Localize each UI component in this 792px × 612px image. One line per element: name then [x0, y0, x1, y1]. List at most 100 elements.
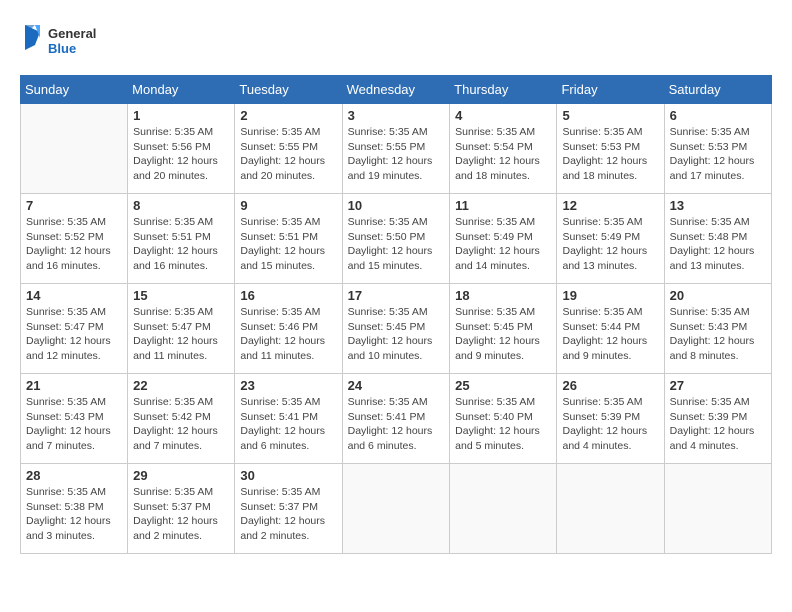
day-number: 5	[562, 108, 658, 123]
day-number: 25	[455, 378, 551, 393]
day-info: Sunrise: 5:35 AM Sunset: 5:46 PM Dayligh…	[240, 305, 336, 364]
day-number: 16	[240, 288, 336, 303]
day-info: Sunrise: 5:35 AM Sunset: 5:37 PM Dayligh…	[133, 485, 229, 544]
day-info: Sunrise: 5:35 AM Sunset: 5:54 PM Dayligh…	[455, 125, 551, 184]
calendar-cell	[664, 464, 771, 554]
calendar-cell	[21, 104, 128, 194]
day-info: Sunrise: 5:35 AM Sunset: 5:38 PM Dayligh…	[26, 485, 122, 544]
day-info: Sunrise: 5:35 AM Sunset: 5:41 PM Dayligh…	[240, 395, 336, 454]
day-number: 21	[26, 378, 122, 393]
day-number: 28	[26, 468, 122, 483]
calendar-cell: 29 Sunrise: 5:35 AM Sunset: 5:37 PM Dayli…	[128, 464, 235, 554]
day-number: 10	[348, 198, 445, 213]
calendar-cell	[342, 464, 450, 554]
day-info: Sunrise: 5:35 AM Sunset: 5:53 PM Dayligh…	[562, 125, 658, 184]
day-info: Sunrise: 5:35 AM Sunset: 5:40 PM Dayligh…	[455, 395, 551, 454]
calendar-cell: 20 Sunrise: 5:35 AM Sunset: 5:43 PM Dayli…	[664, 284, 771, 374]
calendar-cell: 3Sunrise: 5:35 AM Sunset: 5:55 PM Daylig…	[342, 104, 450, 194]
day-number: 7	[26, 198, 122, 213]
day-info: Sunrise: 5:35 AM Sunset: 5:50 PM Dayligh…	[348, 215, 445, 274]
calendar-cell: 6 Sunrise: 5:35 AM Sunset: 5:53 PM Daylig…	[664, 104, 771, 194]
calendar-cell: 24 Sunrise: 5:35 AM Sunset: 5:41 PM Dayli…	[342, 374, 450, 464]
column-header-tuesday: Tuesday	[235, 76, 342, 104]
day-info: Sunrise: 5:35 AM Sunset: 5:55 PM Dayligh…	[240, 125, 336, 184]
day-info: Sunrise: 5:35 AM Sunset: 5:43 PM Dayligh…	[670, 305, 766, 364]
calendar-cell: 4 Sunrise: 5:35 AM Sunset: 5:54 PM Daylig…	[450, 104, 557, 194]
calendar-cell: 19Sunrise: 5:35 AM Sunset: 5:44 PM Dayli…	[557, 284, 664, 374]
day-number: 30	[240, 468, 336, 483]
calendar-header-row: SundayMondayTuesdayWednesdayThursdayFrid…	[21, 76, 772, 104]
day-info: Sunrise: 5:35 AM Sunset: 5:39 PM Dayligh…	[562, 395, 658, 454]
calendar-cell: 30 Sunrise: 5:35 AM Sunset: 5:37 PM Dayli…	[235, 464, 342, 554]
calendar-cell: 7 Sunrise: 5:35 AM Sunset: 5:52 PM Daylig…	[21, 194, 128, 284]
calendar-week-3: 14Sunrise: 5:35 AM Sunset: 5:47 PM Dayli…	[21, 284, 772, 374]
day-number: 1	[133, 108, 229, 123]
calendar-cell: 9 Sunrise: 5:35 AM Sunset: 5:51 PM Daylig…	[235, 194, 342, 284]
calendar-cell: 8 Sunrise: 5:35 AM Sunset: 5:51 PM Daylig…	[128, 194, 235, 284]
day-info: Sunrise: 5:35 AM Sunset: 5:49 PM Dayligh…	[562, 215, 658, 274]
calendar-cell: 18 Sunrise: 5:35 AM Sunset: 5:45 PM Dayli…	[450, 284, 557, 374]
calendar-cell	[450, 464, 557, 554]
calendar-week-1: 1 Sunrise: 5:35 AM Sunset: 5:56 PM Daylig…	[21, 104, 772, 194]
day-info: Sunrise: 5:35 AM Sunset: 5:39 PM Dayligh…	[670, 395, 766, 454]
day-info: Sunrise: 5:35 AM Sunset: 5:49 PM Dayligh…	[455, 215, 551, 274]
day-number: 18	[455, 288, 551, 303]
day-number: 12	[562, 198, 658, 213]
calendar-cell: 26Sunrise: 5:35 AM Sunset: 5:39 PM Dayli…	[557, 374, 664, 464]
day-info: Sunrise: 5:35 AM Sunset: 5:44 PM Dayligh…	[562, 305, 658, 364]
calendar-cell: 10 Sunrise: 5:35 AM Sunset: 5:50 PM Dayli…	[342, 194, 450, 284]
day-info: Sunrise: 5:35 AM Sunset: 5:56 PM Dayligh…	[133, 125, 229, 184]
calendar-cell: 17 Sunrise: 5:35 AM Sunset: 5:45 PM Dayli…	[342, 284, 450, 374]
day-info: Sunrise: 5:35 AM Sunset: 5:53 PM Dayligh…	[670, 125, 766, 184]
day-info: Sunrise: 5:35 AM Sunset: 5:51 PM Dayligh…	[133, 215, 229, 274]
day-info: Sunrise: 5:35 AM Sunset: 5:43 PM Dayligh…	[26, 395, 122, 454]
day-info: Sunrise: 5:35 AM Sunset: 5:47 PM Dayligh…	[133, 305, 229, 364]
day-number: 22	[133, 378, 229, 393]
day-number: 17	[348, 288, 445, 303]
day-info: Sunrise: 5:35 AM Sunset: 5:55 PM Dayligh…	[348, 125, 445, 184]
calendar-week-4: 21 Sunrise: 5:35 AM Sunset: 5:43 PM Dayli…	[21, 374, 772, 464]
calendar-cell	[557, 464, 664, 554]
day-number: 23	[240, 378, 336, 393]
day-info: Sunrise: 5:35 AM Sunset: 5:51 PM Dayligh…	[240, 215, 336, 274]
day-number: 13	[670, 198, 766, 213]
svg-text:General: General	[48, 26, 96, 41]
calendar-cell: 27Sunrise: 5:35 AM Sunset: 5:39 PM Dayli…	[664, 374, 771, 464]
day-info: Sunrise: 5:35 AM Sunset: 5:45 PM Dayligh…	[455, 305, 551, 364]
calendar-cell: 25 Sunrise: 5:35 AM Sunset: 5:40 PM Dayli…	[450, 374, 557, 464]
day-number: 9	[240, 198, 336, 213]
day-number: 2	[240, 108, 336, 123]
day-info: Sunrise: 5:35 AM Sunset: 5:45 PM Dayligh…	[348, 305, 445, 364]
day-number: 20	[670, 288, 766, 303]
day-info: Sunrise: 5:35 AM Sunset: 5:42 PM Dayligh…	[133, 395, 229, 454]
day-info: Sunrise: 5:35 AM Sunset: 5:48 PM Dayligh…	[670, 215, 766, 274]
calendar-week-2: 7 Sunrise: 5:35 AM Sunset: 5:52 PM Daylig…	[21, 194, 772, 284]
day-number: 4	[455, 108, 551, 123]
day-info: Sunrise: 5:35 AM Sunset: 5:41 PM Dayligh…	[348, 395, 445, 454]
day-number: 24	[348, 378, 445, 393]
logo-svg: General Blue	[20, 20, 100, 65]
calendar-cell: 28 Sunrise: 5:35 AM Sunset: 5:38 PM Dayli…	[21, 464, 128, 554]
calendar-cell: 15 Sunrise: 5:35 AM Sunset: 5:47 PM Dayli…	[128, 284, 235, 374]
day-info: Sunrise: 5:35 AM Sunset: 5:37 PM Dayligh…	[240, 485, 336, 544]
column-header-sunday: Sunday	[21, 76, 128, 104]
logo: General Blue	[20, 20, 100, 65]
day-info: Sunrise: 5:35 AM Sunset: 5:52 PM Dayligh…	[26, 215, 122, 274]
day-number: 8	[133, 198, 229, 213]
column-header-saturday: Saturday	[664, 76, 771, 104]
day-number: 29	[133, 468, 229, 483]
calendar-table: SundayMondayTuesdayWednesdayThursdayFrid…	[20, 75, 772, 554]
day-number: 15	[133, 288, 229, 303]
calendar-cell: 12 Sunrise: 5:35 AM Sunset: 5:49 PM Dayli…	[557, 194, 664, 284]
day-info: Sunrise: 5:35 AM Sunset: 5:47 PM Dayligh…	[26, 305, 122, 364]
column-header-monday: Monday	[128, 76, 235, 104]
calendar-cell: 16 Sunrise: 5:35 AM Sunset: 5:46 PM Dayli…	[235, 284, 342, 374]
calendar-cell: 22 Sunrise: 5:35 AM Sunset: 5:42 PM Dayli…	[128, 374, 235, 464]
column-header-friday: Friday	[557, 76, 664, 104]
page-header: General Blue	[20, 20, 772, 65]
calendar-cell: 1 Sunrise: 5:35 AM Sunset: 5:56 PM Daylig…	[128, 104, 235, 194]
calendar-week-5: 28 Sunrise: 5:35 AM Sunset: 5:38 PM Dayli…	[21, 464, 772, 554]
column-header-wednesday: Wednesday	[342, 76, 450, 104]
day-number: 6	[670, 108, 766, 123]
calendar-cell: 23 Sunrise: 5:35 AM Sunset: 5:41 PM Dayli…	[235, 374, 342, 464]
